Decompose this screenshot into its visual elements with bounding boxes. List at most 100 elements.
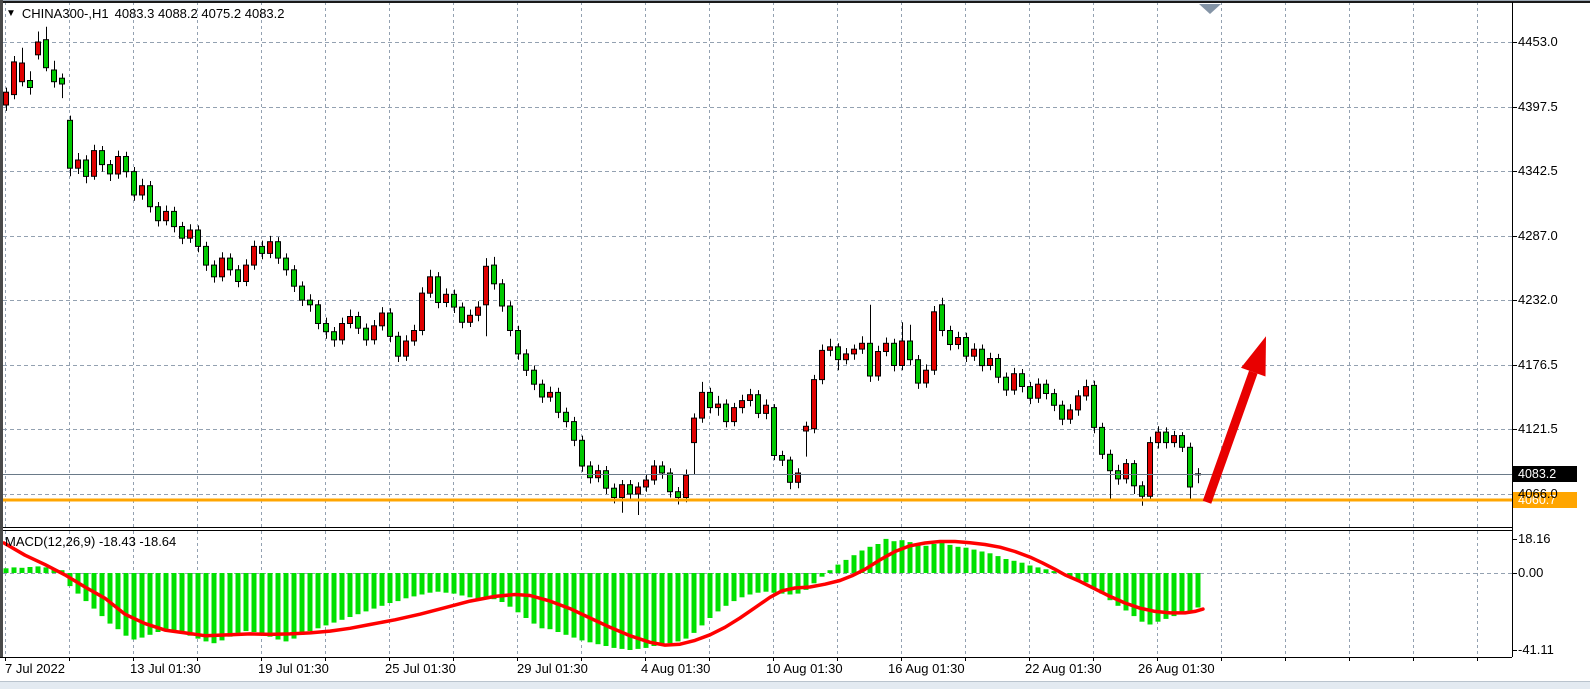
- candle-body: [612, 488, 617, 497]
- candle-body: [988, 359, 993, 366]
- candle-body: [220, 258, 225, 277]
- candle-body: [468, 315, 473, 322]
- candle-body: [804, 426, 809, 431]
- candle-body: [228, 258, 233, 270]
- macd-histogram-bar: [332, 573, 337, 623]
- candle-body: [1084, 387, 1089, 396]
- candle-body: [172, 211, 177, 226]
- candle-body: [788, 460, 793, 482]
- macd-histogram-bar: [372, 573, 377, 609]
- candle-body: [1156, 432, 1161, 443]
- candle-body: [868, 343, 873, 376]
- candle-body: [196, 230, 201, 246]
- candle-body: [684, 475, 689, 497]
- macd-histogram-bar: [892, 541, 897, 573]
- candle-body: [860, 343, 865, 349]
- candle-body: [116, 157, 121, 175]
- macd-histogram-bar: [660, 573, 665, 644]
- candle-body: [124, 157, 129, 172]
- macd-histogram-bar: [452, 573, 457, 594]
- panel-separator[interactable]: [3, 527, 1512, 528]
- candle-body: [644, 480, 649, 487]
- macd-histogram-bar: [1188, 573, 1193, 611]
- macd-histogram-bar: [196, 573, 201, 639]
- macd-histogram-bar: [1020, 563, 1025, 573]
- candle-body: [68, 120, 73, 168]
- time-axis[interactable]: [0, 658, 1512, 681]
- candle-body: [908, 341, 913, 360]
- macd-histogram-bar: [788, 573, 793, 595]
- macd-histogram-bar: [604, 573, 609, 646]
- macd-histogram-bar: [156, 573, 161, 632]
- candle-body: [564, 412, 569, 421]
- candle-body: [444, 294, 449, 302]
- candle-body: [260, 246, 265, 253]
- candle-body: [996, 359, 1001, 378]
- candle-body: [1092, 385, 1097, 427]
- price-axis-label: 4287.0: [1518, 228, 1558, 243]
- window-bottom-edge: [0, 681, 1590, 689]
- candle-body: [428, 277, 433, 293]
- candle-body: [764, 405, 769, 413]
- candle-body: [1044, 384, 1049, 393]
- trend-arrow-shaft[interactable]: [1207, 372, 1253, 502]
- candle-body: [772, 408, 777, 456]
- candle-body: [508, 306, 513, 331]
- candle-body: [140, 186, 145, 195]
- macd-histogram-bar: [388, 573, 393, 603]
- macd-histogram-bar: [1044, 569, 1049, 573]
- candle-body: [452, 294, 457, 307]
- candle-body: [852, 349, 857, 354]
- candle-body: [12, 62, 17, 95]
- macd-histogram-bar: [364, 573, 369, 611]
- candle-body: [900, 341, 905, 366]
- candle-body: [20, 63, 25, 82]
- candle-body: [620, 485, 625, 498]
- panel-separator[interactable]: [3, 530, 1512, 531]
- macd-histogram-bar: [924, 546, 929, 573]
- candle-body: [1036, 384, 1041, 398]
- candle-body: [1004, 377, 1009, 390]
- macd-histogram-bar: [1156, 573, 1161, 622]
- candle-body: [476, 307, 481, 315]
- macd-histogram-bar: [124, 573, 129, 636]
- price-axis[interactable]: [1513, 2, 1590, 527]
- macd-histogram-bar: [564, 573, 569, 635]
- macd-histogram-bar: [964, 548, 969, 573]
- candle-body: [316, 305, 321, 324]
- indicator-axis[interactable]: [1513, 531, 1590, 657]
- macd-histogram-bar: [12, 567, 17, 573]
- candle-body: [268, 242, 273, 254]
- candle-body: [1060, 405, 1065, 419]
- macd-histogram-bar: [828, 570, 833, 573]
- macd-histogram-bar: [812, 573, 817, 583]
- candle-body: [276, 242, 281, 258]
- price-axis-label: 4121.5: [1518, 421, 1558, 436]
- macd-histogram-bar: [140, 573, 145, 638]
- symbol-timeframe-label: CHINA300-,H1: [22, 6, 109, 21]
- trend-arrow-head[interactable]: [1241, 336, 1266, 376]
- scroll-position-marker-icon[interactable]: [1199, 4, 1221, 14]
- candle-body: [380, 313, 385, 326]
- candle-body: [1148, 443, 1153, 497]
- candle-body: [604, 471, 609, 489]
- candle-body: [60, 78, 65, 84]
- candle-body: [708, 392, 713, 407]
- candle-body: [700, 392, 705, 418]
- candle-body: [580, 440, 585, 466]
- macd-histogram-bar: [380, 573, 385, 606]
- macd-histogram-bar: [820, 573, 825, 577]
- macd-histogram-bar: [508, 573, 513, 607]
- candle-body: [812, 380, 817, 429]
- candle-body: [820, 350, 825, 379]
- symbol-dropdown-icon[interactable]: ▼: [6, 9, 16, 19]
- macd-histogram-bar: [316, 573, 321, 628]
- time-axis-label: 16 Aug 01:30: [888, 661, 965, 676]
- macd-histogram-bar: [852, 555, 857, 573]
- chart-canvas[interactable]: [0, 0, 1590, 689]
- candle-body: [948, 331, 953, 345]
- candle-body: [396, 336, 401, 356]
- macd-histogram-bar: [756, 573, 761, 593]
- price-axis-label: 4453.0: [1518, 34, 1558, 49]
- candle-body: [676, 492, 681, 498]
